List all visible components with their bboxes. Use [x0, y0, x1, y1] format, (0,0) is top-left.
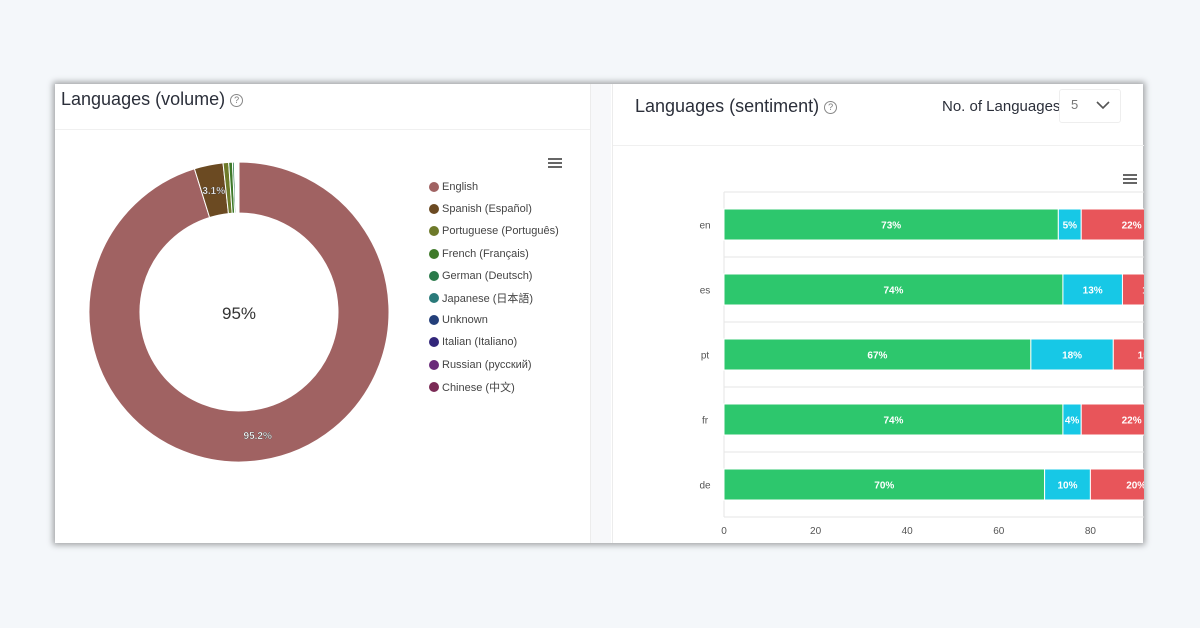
bar-data-label: 13%: [1142, 286, 1144, 297]
category-label: es: [700, 286, 711, 297]
x-tick-label: 20: [810, 526, 822, 537]
bar-data-label: 13%: [1083, 286, 1103, 297]
legend-item[interactable]: Spanish (Español): [429, 198, 559, 220]
legend-dot: [429, 226, 439, 237]
bar-data-label: 18%: [1062, 351, 1082, 362]
bar-data-label: 74%: [883, 286, 903, 297]
legend-dot: [429, 315, 439, 326]
x-tick-label: 0: [721, 526, 727, 537]
x-tick-label: 60: [993, 526, 1005, 537]
legend-label: Japanese (日本語): [442, 293, 534, 306]
legend-dot: [429, 293, 439, 304]
legend: English Spanish (Español) Portuguese (Port…: [429, 176, 559, 398]
legend-label: Italian (Italiano): [442, 336, 518, 349]
panel-gap: [591, 84, 611, 543]
bar-data-label: 22%: [1122, 221, 1142, 232]
bar-data-label: 74%: [883, 416, 903, 427]
dashboard-card: Languages (volume)? 95.2% 3.1% 95% English…: [55, 84, 1144, 543]
legend-item[interactable]: French (Français): [429, 243, 559, 265]
bar-data-label: 70%: [874, 481, 894, 492]
legend-item[interactable]: Japanese (日本語): [429, 287, 559, 309]
donut-slice[interactable]: [237, 161, 240, 214]
legend-label: Portuguese (Português): [442, 225, 559, 238]
x-tick-label: 80: [1085, 526, 1097, 537]
legend-item[interactable]: German (Deutsch): [429, 265, 559, 287]
legend-label: English: [442, 181, 479, 194]
volume-panel: Languages (volume)? 95.2% 3.1% 95% English…: [55, 84, 591, 543]
legend-label: Russian (русский): [442, 358, 532, 371]
legend-label: French (Français): [442, 247, 529, 260]
bar-data-label: 15%: [1138, 351, 1144, 362]
bar-data-label: 73%: [881, 221, 901, 232]
legend-item[interactable]: English: [429, 176, 559, 198]
bar-segment[interactable]: [1121, 273, 1144, 306]
legend-dot: [429, 337, 439, 348]
legend-item[interactable]: Unknown: [429, 309, 559, 331]
legend-item[interactable]: Italian (Italiano): [429, 331, 559, 353]
legend-item[interactable]: Chinese (中文): [429, 376, 559, 398]
legend-label: German (Deutsch): [442, 269, 533, 282]
category-label: en: [699, 221, 710, 232]
legend-dot: [429, 248, 439, 259]
sentiment-panel: Languages (sentiment)? No. of Languages …: [612, 84, 1144, 543]
legend-dot: [429, 204, 439, 215]
legend-item[interactable]: Portuguese (Português): [429, 220, 559, 242]
bar-data-label: 67%: [867, 351, 887, 362]
sentiment-bar-chart: en 73% 5% 22% es 74% 13% 13% pt 67% 18% 15% fr 74% 4% 2…: [699, 191, 1144, 537]
category-label: pt: [701, 351, 710, 362]
x-tick-label: 40: [902, 526, 914, 537]
slice-label: 3.1%: [202, 186, 225, 197]
legend-label: Spanish (Español): [442, 203, 532, 216]
legend-label: Unknown: [442, 314, 488, 327]
category-label: de: [699, 481, 711, 492]
donut-center-label: 95%: [222, 304, 256, 323]
bar-data-label: 10%: [1057, 481, 1077, 492]
bar-data-label: 20%: [1126, 481, 1144, 492]
legend-dot: [429, 182, 439, 193]
slice-label: 95.2%: [244, 431, 272, 442]
legend-label: Chinese (中文): [442, 381, 515, 394]
legend-dot: [429, 381, 439, 392]
bar-data-label: 22%: [1122, 416, 1142, 427]
bar-data-label: 5%: [1063, 221, 1078, 232]
legend-dot: [429, 270, 439, 281]
legend-item[interactable]: Russian (русский): [429, 354, 559, 376]
bar-data-label: 4%: [1065, 416, 1080, 427]
legend-dot: [429, 359, 439, 370]
category-label: fr: [702, 416, 709, 427]
